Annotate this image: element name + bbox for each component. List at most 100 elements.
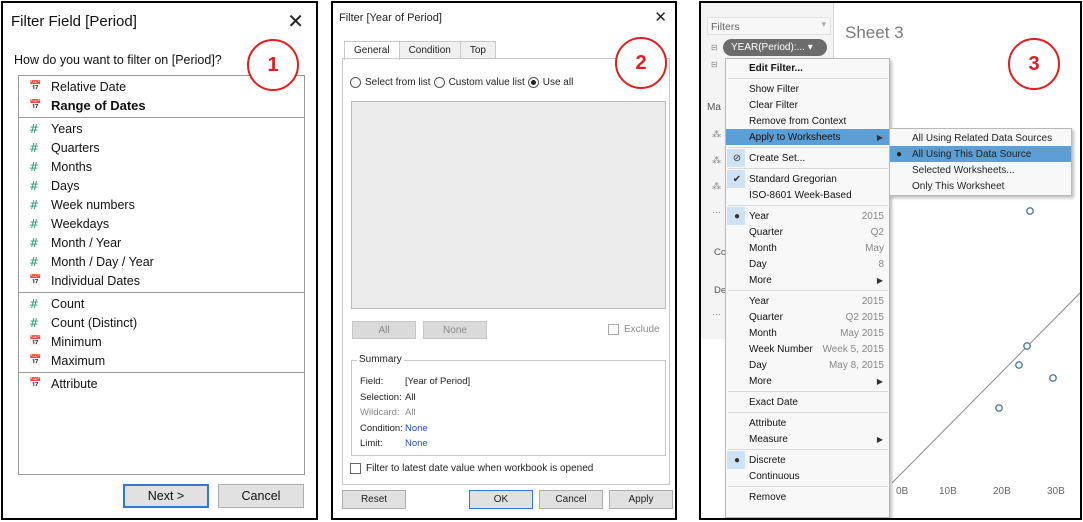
latest-date-checkbox[interactable]: Filter to latest date value when workboo… (350, 463, 593, 474)
dialog-title: Filter Field [Period] (11, 13, 137, 30)
exclude-label: Exclude (624, 324, 660, 335)
filter-type-label: Individual Dates (51, 273, 140, 288)
chevron-right-icon: ▶ (876, 132, 883, 142)
filter-type-quarters[interactable]: # Quarters (19, 138, 304, 157)
filter-type-label: Days (51, 178, 80, 193)
menu-separator (728, 78, 888, 79)
menu-item-exact-date[interactable]: Exact Date (726, 394, 889, 410)
hash-icon: # (29, 140, 40, 155)
tab-condition[interactable]: Condition (398, 41, 461, 59)
menu-item-label: Year (749, 210, 770, 222)
menu-item-attribute[interactable]: Attribute (726, 415, 889, 431)
menu-item-iso-8601-week-based[interactable]: ISO-8601 Week-Based (726, 187, 889, 203)
menu-item-value: May 8, 2015 (828, 359, 884, 371)
ok-button[interactable]: OK (469, 490, 533, 509)
data-point (1049, 374, 1057, 382)
menu-item-day[interactable]: Day May 8, 2015 (726, 357, 889, 373)
exclude-checkbox[interactable]: Exclude (608, 324, 660, 335)
cancel-button[interactable]: Cancel (218, 484, 304, 508)
menu-item-week-number[interactable]: Week Number Week 5, 2015 (726, 341, 889, 357)
menu-item-create-set[interactable]: ⊘ Create Set... (726, 149, 889, 167)
chevron-down-icon[interactable]: ▾ (821, 19, 826, 30)
menu-item-label: Month (749, 327, 777, 339)
filter-type-count-distinct[interactable]: # Count (Distinct) (19, 313, 304, 332)
menu-item-label: Exact Date (749, 396, 798, 408)
marks-card-label: Ma (707, 102, 721, 113)
submenu-item-all-using-this-data-source[interactable]: ● All Using This Data Source (890, 146, 1071, 162)
filter-type-minimum[interactable]: 📅 Minimum (19, 332, 304, 351)
menu-item-more[interactable]: More ▶ (726, 272, 889, 288)
menu-item-day[interactable]: Day 8 (726, 256, 889, 272)
menu-item-remove[interactable]: Remove (726, 489, 889, 505)
summary-legend: Summary (357, 354, 404, 365)
submenu-item-selected-worksheets[interactable]: Selected Worksheets... (890, 162, 1071, 178)
calendar-icon: 📅 (29, 355, 42, 366)
calendar-icon: ⊟ (711, 60, 718, 69)
close-icon[interactable]: ✕ (287, 9, 304, 34)
apply-button[interactable]: Apply (609, 490, 673, 509)
filter-type-days[interactable]: # Days (19, 176, 304, 195)
values-listbox[interactable] (351, 101, 666, 309)
menu-item-label: Day (749, 258, 767, 270)
filter-type-years[interactable]: # Years (19, 119, 304, 138)
menu-item-discrete[interactable]: ● Discrete (726, 451, 889, 469)
menu-item-label: Edit Filter... (749, 62, 803, 74)
checkbox-box[interactable] (608, 324, 619, 335)
tab-top[interactable]: Top (459, 41, 496, 59)
filter-type-months[interactable]: # Months (19, 157, 304, 176)
close-icon[interactable]: ✕ (654, 8, 667, 26)
submenu-item-label: All Using This Data Source (912, 148, 1032, 160)
filter-type-month-day-year[interactable]: # Month / Day / Year (19, 252, 304, 271)
data-point (1026, 207, 1034, 215)
menu-item-edit-filter[interactable]: Edit Filter... (726, 60, 889, 76)
dialog-title: Filter [Year of Period] (339, 12, 442, 24)
cancel-button[interactable]: Cancel (539, 490, 603, 509)
menu-item-standard-gregorian[interactable]: ✔ Standard Gregorian (726, 170, 889, 188)
menu-item-quarter[interactable]: Quarter Q2 (726, 224, 889, 240)
radio-custom-value-list[interactable] (433, 77, 445, 88)
filter-type-weekdays[interactable]: # Weekdays (19, 214, 304, 233)
menu-item-month[interactable]: Month May 2015 (726, 325, 889, 341)
next-button[interactable]: Next > (123, 484, 209, 508)
summary-value: All (405, 407, 416, 418)
dots-icon: ⋯ (712, 309, 721, 319)
radio-use-all[interactable] (527, 77, 539, 88)
filter-type-label: Quarters (51, 140, 100, 155)
filter-type-count[interactable]: # Count (19, 294, 304, 313)
filter-type-maximum[interactable]: 📅 Maximum (19, 351, 304, 370)
filter-type-attribute[interactable]: 📅 Attribute (19, 374, 304, 393)
menu-item-label: Create Set... (749, 152, 806, 164)
filter-type-group: # Years # Quarters # Months # Days # Week numbers… (19, 118, 304, 293)
menu-item-label: More (749, 274, 772, 286)
menu-item-more[interactable]: More ▶ (726, 373, 889, 389)
menu-item-measure[interactable]: Measure ▶ (726, 431, 889, 447)
all-button[interactable]: All (352, 321, 416, 339)
year-period-filter-pill[interactable]: YEAR(Period):... ▾ (723, 39, 827, 56)
filter-type-range-of-dates[interactable]: 📅 Range of Dates (19, 96, 304, 115)
filters-shelf-header: Filters ▾ (707, 17, 831, 35)
menu-item-quarter[interactable]: Quarter Q2 2015 (726, 309, 889, 325)
filter-type-group: # Count # Count (Distinct) 📅 Minimum 📅 Maximum (19, 293, 304, 373)
summary-field-row: Field: [Year of Period] (360, 376, 470, 387)
radio-select-from-list[interactable] (350, 77, 361, 88)
menu-item-apply-to-worksheets[interactable]: Apply to Worksheets ▶ (726, 129, 889, 145)
submenu-item-only-this-worksheet[interactable]: Only This Worksheet (890, 178, 1071, 194)
menu-separator (728, 205, 888, 206)
menu-item-clear-filter[interactable]: Clear Filter (726, 97, 889, 113)
menu-item-year[interactable]: ● Year 2015 (726, 207, 889, 225)
filter-type-individual-dates[interactable]: 📅 Individual Dates (19, 271, 304, 290)
submenu-item-all-using-related-data-sources[interactable]: All Using Related Data Sources (890, 130, 1071, 146)
menu-item-continuous[interactable]: Continuous (726, 468, 889, 484)
menu-item-label: Quarter (749, 311, 783, 323)
filter-type-month-year[interactable]: # Month / Year (19, 233, 304, 252)
menu-item-month[interactable]: Month May (726, 240, 889, 256)
summary-key: Limit: (360, 438, 383, 449)
reset-button[interactable]: Reset (342, 490, 406, 509)
menu-item-value: May (865, 242, 884, 254)
checkbox-box[interactable] (350, 463, 361, 474)
menu-item-show-filter[interactable]: Show Filter (726, 81, 889, 97)
menu-item-year[interactable]: Year 2015 (726, 293, 889, 309)
menu-item-remove-from-context[interactable]: Remove from Context (726, 113, 889, 129)
none-button[interactable]: None (423, 321, 487, 339)
filter-type-week-numbers[interactable]: # Week numbers (19, 195, 304, 214)
